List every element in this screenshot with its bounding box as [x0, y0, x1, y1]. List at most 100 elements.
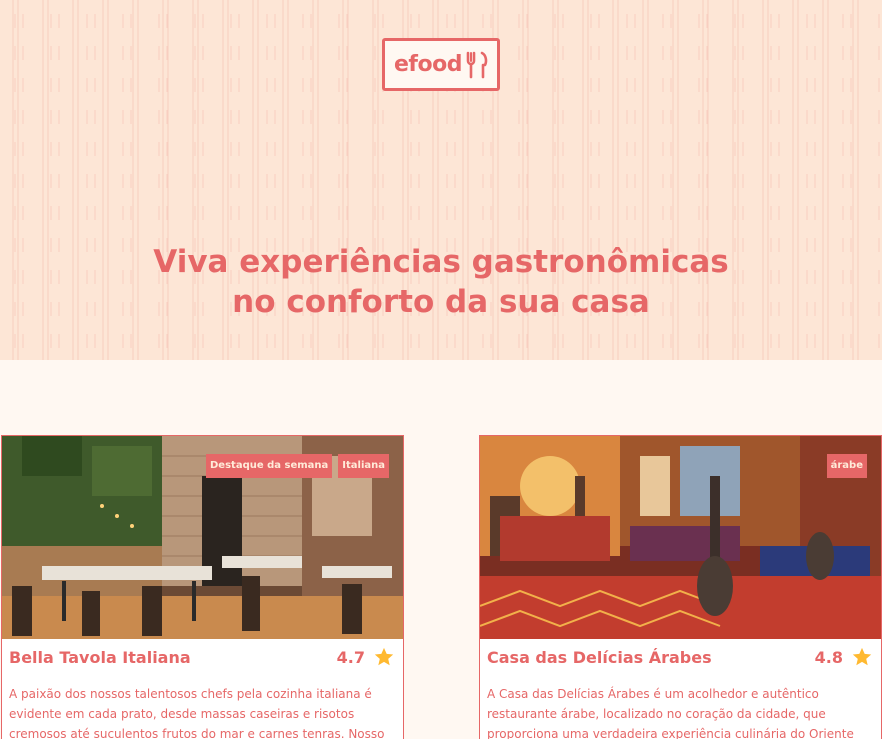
pattern-glyph [590, 206, 600, 220]
pattern-glyph [194, 110, 204, 124]
pattern-glyph [122, 142, 132, 156]
pattern-glyph [446, 174, 456, 188]
pattern-glyph [698, 174, 708, 188]
pattern-glyph [518, 206, 528, 220]
pattern-glyph [50, 334, 60, 348]
pattern-glyph [338, 174, 348, 188]
pattern-glyph [842, 46, 852, 60]
pattern-glyph [194, 142, 204, 156]
pattern-glyph [302, 78, 312, 92]
pattern-glyph [734, 142, 744, 156]
pattern-glyph [626, 174, 636, 188]
pattern-glyph [266, 206, 276, 220]
pattern-glyph [554, 334, 564, 348]
hero-banner: efood Viva experiências gastronômicas no… [0, 0, 882, 360]
pattern-glyph [518, 174, 528, 188]
pattern-glyph [446, 110, 456, 124]
pattern-glyph [338, 334, 348, 348]
pattern-glyph [842, 78, 852, 92]
pattern-glyph [338, 110, 348, 124]
pattern-glyph [806, 174, 816, 188]
pattern-glyph [194, 46, 204, 60]
restaurant-card-casa-delicias[interactable]: árabe Casa das Delícias Árabes 4.8 A Cas… [479, 435, 882, 739]
pattern-glyph [266, 142, 276, 156]
pattern-glyph [158, 174, 168, 188]
pattern-glyph [14, 110, 24, 124]
pattern-glyph [122, 334, 132, 348]
pattern-glyph [770, 334, 780, 348]
pattern-glyph [482, 174, 492, 188]
pattern-glyph [302, 110, 312, 124]
restaurant-card-bella-tavola[interactable]: Destaque da semana Italiana Bella Tavola… [1, 435, 404, 739]
restaurant-name: Casa das Delícias Árabes [487, 648, 712, 667]
pattern-glyph [662, 334, 672, 348]
pattern-glyph [122, 110, 132, 124]
pattern-glyph [302, 142, 312, 156]
pattern-glyph [374, 206, 384, 220]
pattern-glyph [122, 78, 132, 92]
pattern-glyph [158, 14, 168, 28]
pattern-glyph [86, 78, 96, 92]
pattern-glyph [122, 46, 132, 60]
pattern-glyph [482, 206, 492, 220]
pattern-glyph [518, 334, 528, 348]
pattern-glyph [554, 46, 564, 60]
pattern-glyph [626, 46, 636, 60]
pattern-glyph [662, 78, 672, 92]
pattern-glyph [698, 46, 708, 60]
star-icon [374, 647, 394, 666]
pattern-glyph [554, 174, 564, 188]
card-tags: árabe [826, 454, 867, 478]
pattern-glyph [590, 110, 600, 124]
pattern-glyph [302, 46, 312, 60]
pattern-glyph [50, 78, 60, 92]
pattern-glyph [698, 142, 708, 156]
pattern-glyph [878, 110, 882, 124]
pattern-glyph [86, 14, 96, 28]
pattern-glyph [590, 78, 600, 92]
pattern-glyph [50, 142, 60, 156]
pattern-glyph [590, 14, 600, 28]
pattern-glyph [302, 174, 312, 188]
pattern-glyph [482, 334, 492, 348]
pattern-glyph [770, 46, 780, 60]
pattern-glyph [518, 142, 528, 156]
pattern-glyph [302, 14, 312, 28]
pattern-glyph [122, 174, 132, 188]
pattern-glyph [410, 110, 420, 124]
arabic-restaurant-photo [480, 436, 881, 639]
pattern-glyph [518, 14, 528, 28]
star-icon [852, 647, 872, 666]
pattern-glyph [266, 14, 276, 28]
pattern-glyph [806, 46, 816, 60]
pattern-glyph [374, 334, 384, 348]
pattern-glyph [338, 46, 348, 60]
tag-cuisine: Italiana [338, 454, 389, 478]
pattern-glyph [230, 46, 240, 60]
pattern-glyph [50, 14, 60, 28]
pattern-glyph [806, 334, 816, 348]
pattern-glyph [374, 110, 384, 124]
restaurant-description: A paixão dos nossos talentosos chefs pel… [9, 687, 385, 739]
pattern-glyph [230, 14, 240, 28]
pattern-glyph [770, 174, 780, 188]
rating-value: 4.8 [814, 647, 843, 667]
logo-text: efood [394, 52, 462, 77]
pattern-glyph [122, 14, 132, 28]
pattern-glyph [230, 142, 240, 156]
efood-logo[interactable]: efood [382, 38, 500, 91]
pattern-glyph [518, 78, 528, 92]
pattern-glyph [14, 206, 24, 220]
pattern-glyph [14, 46, 24, 60]
pattern-glyph [626, 142, 636, 156]
headline-line-2: no conforto da sua casa [232, 284, 650, 320]
pattern-glyph [482, 14, 492, 28]
pattern-glyph [734, 78, 744, 92]
pattern-glyph [266, 78, 276, 92]
pattern-glyph [338, 14, 348, 28]
fork-knife-icon [466, 51, 488, 78]
pattern-glyph [158, 46, 168, 60]
pattern-glyph [374, 174, 384, 188]
pattern-glyph [14, 142, 24, 156]
pattern-glyph [230, 206, 240, 220]
